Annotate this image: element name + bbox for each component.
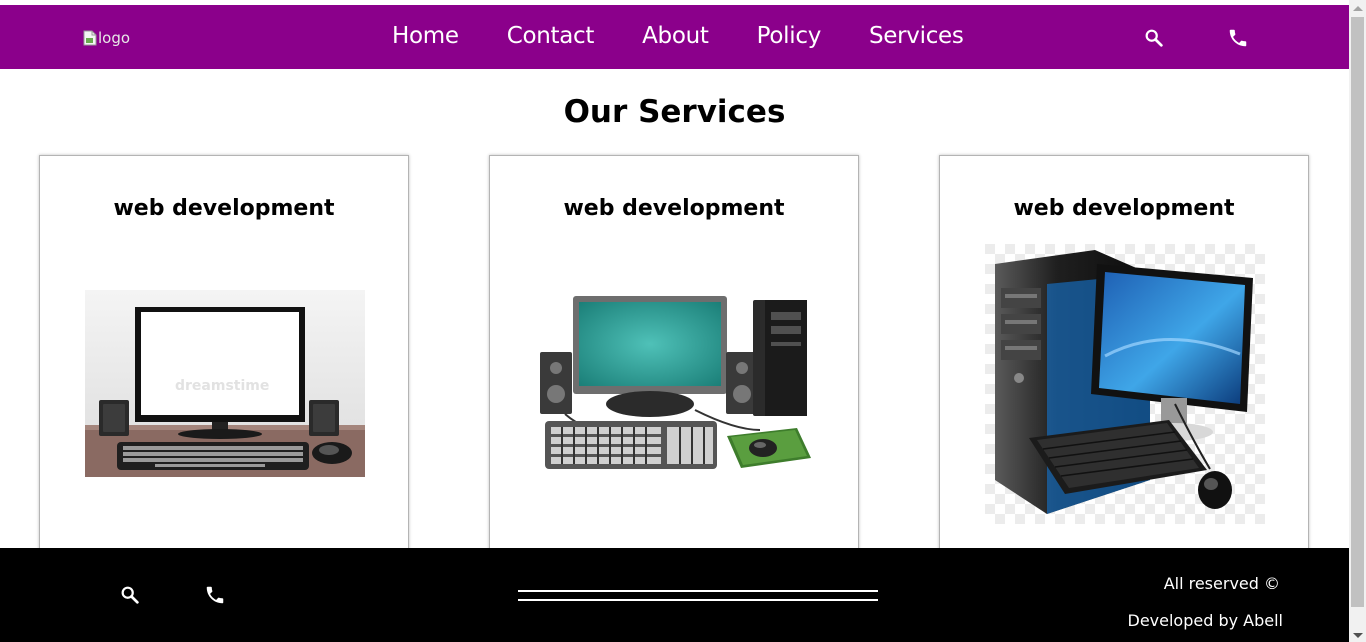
card-title: web development xyxy=(113,196,335,221)
navbar: logo Home Contact About Policy Services xyxy=(0,5,1349,69)
search-icon[interactable] xyxy=(119,584,141,606)
footer-divider xyxy=(518,590,878,604)
nav-policy[interactable]: Policy xyxy=(757,23,822,49)
scrollbar-thumb[interactable] xyxy=(1351,17,1364,607)
developer-credit: Developed by Abell xyxy=(1127,611,1284,630)
nav-services[interactable]: Services xyxy=(869,23,964,49)
footer: All reserved © Developed by Abell xyxy=(0,548,1349,642)
scroll-up-arrow-icon[interactable] xyxy=(1353,6,1363,11)
service-card: web development dreamstime xyxy=(39,155,409,577)
card-title: web development xyxy=(563,196,785,221)
phone-icon[interactable] xyxy=(1227,27,1249,49)
nav-about[interactable]: About xyxy=(642,23,709,49)
main-nav: Home Contact About Policy Services xyxy=(392,23,964,49)
vertical-scrollbar[interactable] xyxy=(1349,0,1366,642)
search-icon[interactable] xyxy=(1143,27,1165,49)
svg-text:dreamstime: dreamstime xyxy=(175,378,269,394)
copyright-text: All reserved © xyxy=(1163,574,1280,593)
card-title: web development xyxy=(1013,196,1235,221)
desktop-monitor-image: dreamstime xyxy=(85,290,365,477)
desktop-tower-and-monitor-image xyxy=(985,244,1265,524)
broken-image-icon xyxy=(83,30,97,46)
service-card: web development xyxy=(489,155,859,577)
scroll-down-arrow-icon[interactable] xyxy=(1353,633,1363,638)
logo-alt-text: logo xyxy=(98,29,131,47)
divider-line xyxy=(518,590,878,592)
desktop-computer-set-image xyxy=(535,290,815,480)
nav-contact[interactable]: Contact xyxy=(507,23,595,49)
divider-line xyxy=(518,599,878,601)
phone-icon[interactable] xyxy=(204,584,226,606)
nav-home[interactable]: Home xyxy=(392,23,459,49)
service-card: web development xyxy=(939,155,1309,577)
logo[interactable]: logo xyxy=(83,29,130,47)
page-title: Our Services xyxy=(563,94,786,130)
